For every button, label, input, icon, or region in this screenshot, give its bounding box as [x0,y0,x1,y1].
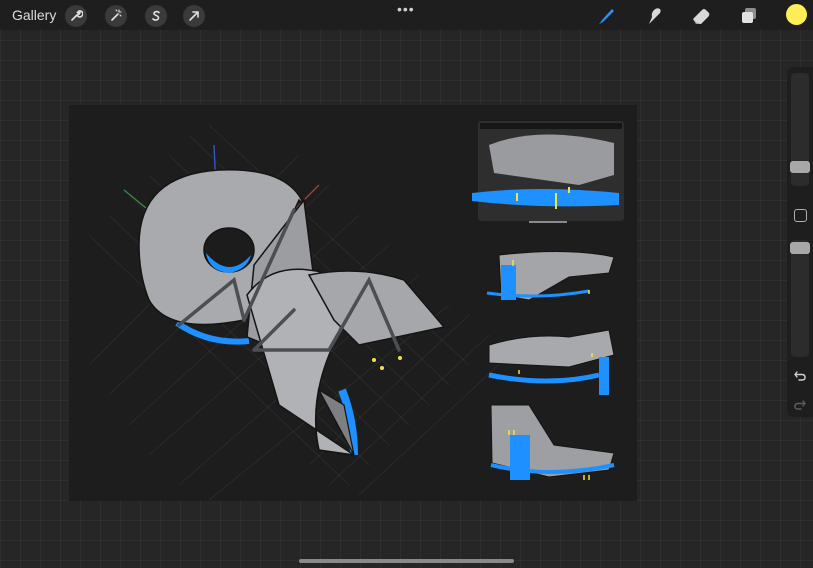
concept-sketch [490,404,615,480]
transform-arrow-icon[interactable] [183,5,205,27]
modify-button[interactable] [794,209,807,222]
gallery-button[interactable]: Gallery [12,7,56,23]
layers-icon[interactable] [738,5,760,27]
selection-s-icon[interactable] [145,5,167,27]
wrench-icon[interactable] [65,5,87,27]
magic-wand-icon[interactable] [105,5,127,27]
undo-icon[interactable] [793,368,807,382]
brush-icon[interactable] [595,5,617,27]
concept-sketch [488,329,615,395]
drawing-canvas[interactable] [69,105,637,501]
color-picker-swatch[interactable] [786,4,807,25]
ring-hole [203,227,255,273]
figure-dot [380,366,384,370]
brush-sidebar [787,67,813,417]
opacity-thumb[interactable] [790,242,810,254]
brush-size-slider[interactable] [790,73,810,186]
smudge-icon[interactable] [643,5,665,27]
home-indicator[interactable] [299,559,514,563]
redo-icon[interactable] [793,397,807,411]
figure-dot [398,356,402,360]
figure-dot [372,358,376,362]
canvas-artwork [88,121,624,501]
reference-screenshot [472,121,624,223]
eraser-icon[interactable] [690,5,712,27]
concept-sketch [486,250,615,301]
opacity-slider[interactable] [790,240,810,357]
brush-size-thumb[interactable] [790,161,810,173]
more-options-button[interactable]: ••• [397,1,415,17]
top-toolbar: Gallery ••• [0,0,813,30]
